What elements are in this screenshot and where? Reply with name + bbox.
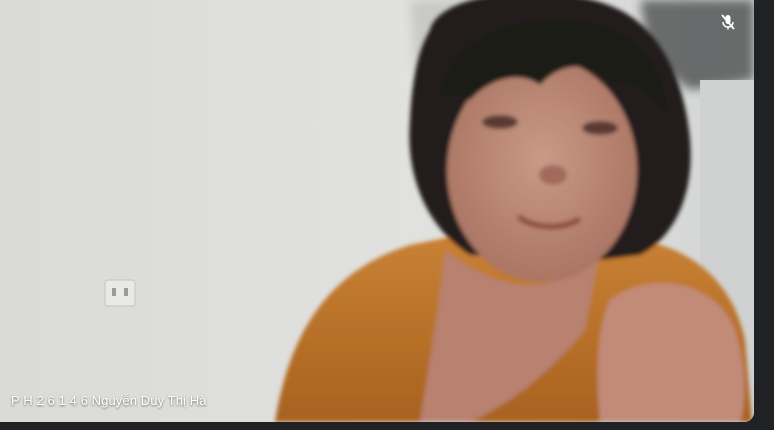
participant-name-label: P H 2 6 1 4 6 Nguyễn Duy Thị Hà — [11, 393, 207, 408]
right-gutter — [754, 0, 774, 430]
participant-video-feed — [0, 0, 754, 422]
participant-video-tile[interactable]: P H 2 6 1 4 6 Nguyễn Duy Thị Hà — [0, 0, 754, 422]
mic-off-icon — [718, 12, 738, 32]
meeting-screen: P H 2 6 1 4 6 Nguyễn Duy Thị Hà — [0, 0, 774, 430]
